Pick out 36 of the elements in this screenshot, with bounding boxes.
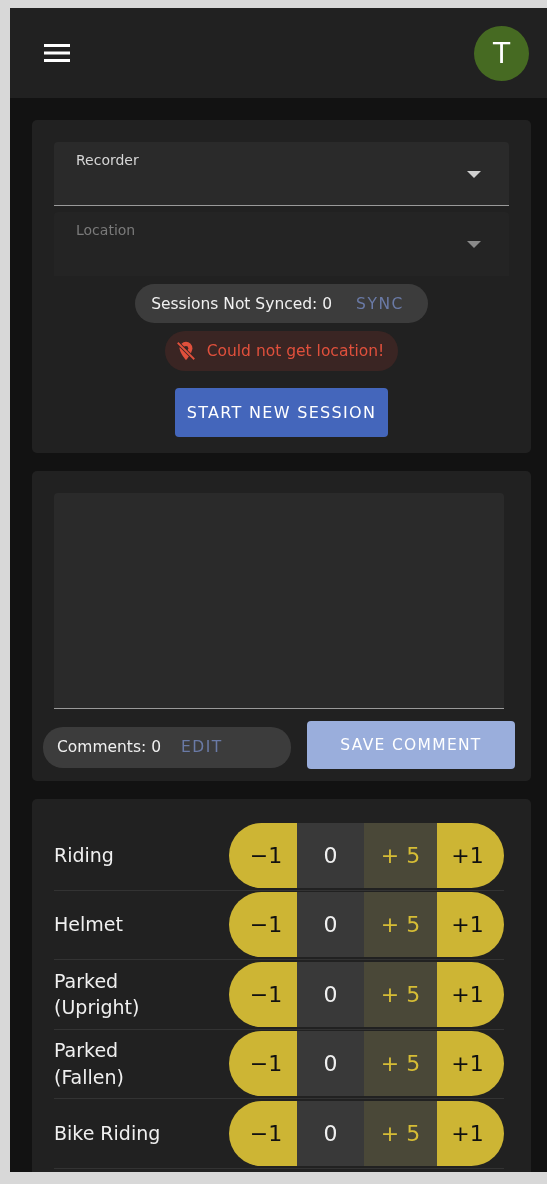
decrement-button[interactable]: −1 xyxy=(229,1100,297,1166)
menu-icon[interactable] xyxy=(44,44,70,62)
add-five-button[interactable]: + 5 xyxy=(364,961,437,1027)
count-value: 0 xyxy=(297,892,364,958)
increment-button[interactable]: +1 xyxy=(437,1100,504,1166)
caret-icon xyxy=(467,171,481,178)
comment-field[interactable] xyxy=(54,493,504,709)
select-field[interactable]: Recorder xyxy=(54,142,509,206)
decrement-button[interactable]: −1 xyxy=(229,892,297,958)
count-value: 0 xyxy=(297,822,364,888)
counter-label: Parked (Upright) xyxy=(54,968,141,1021)
decrement-button[interactable]: −1 xyxy=(229,1031,297,1097)
increment-button[interactable]: +1 xyxy=(437,892,504,958)
avatar[interactable]: T xyxy=(474,25,529,81)
counter-label: Riding xyxy=(54,842,115,868)
counter-label: Parked (Fallen) xyxy=(54,1038,125,1090)
count-value: 0 xyxy=(297,1100,364,1166)
counter-label: Bike Riding xyxy=(54,1120,162,1146)
decrement-button[interactable]: −1 xyxy=(229,961,297,1027)
add-five-button[interactable]: + 5 xyxy=(364,1100,437,1166)
sync-status-text: Sessions Not Synced: 0 xyxy=(151,294,333,313)
increment-button[interactable]: +1 xyxy=(437,1031,504,1097)
add-five-button[interactable]: + 5 xyxy=(364,1031,437,1097)
comments-count: Comments: 0 xyxy=(57,738,162,756)
error-text: Could not get location! xyxy=(206,342,385,360)
counter-label: Helmet xyxy=(54,912,124,938)
decrement-button[interactable]: −1 xyxy=(229,822,297,888)
increment-button[interactable]: +1 xyxy=(437,961,504,1027)
count-value: 0 xyxy=(297,961,364,1027)
add-five-button[interactable]: + 5 xyxy=(364,892,437,958)
start-session-button[interactable]: START NEW SESSION xyxy=(174,388,389,437)
caret-icon xyxy=(467,241,481,248)
increment-button[interactable]: +1 xyxy=(437,822,504,888)
count-value: 0 xyxy=(297,1031,364,1097)
add-five-button[interactable]: + 5 xyxy=(364,822,437,888)
location-off-icon xyxy=(174,340,197,362)
